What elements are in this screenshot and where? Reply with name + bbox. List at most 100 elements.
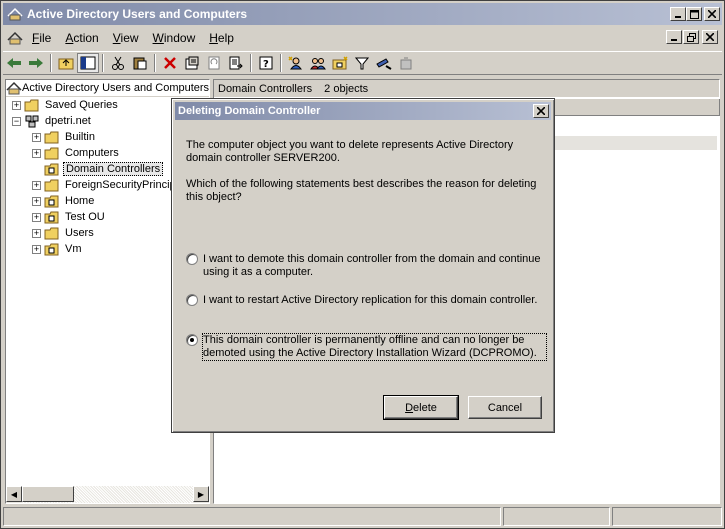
folder-icon (44, 146, 60, 160)
delete-icon[interactable] (159, 53, 181, 73)
new-user-icon[interactable] (285, 53, 307, 73)
status-cell (3, 507, 501, 526)
tree-item-domain-controllers[interactable]: Domain Controllers (32, 161, 164, 177)
toolbar-separator (154, 54, 156, 72)
dialog-close-button[interactable] (533, 104, 549, 118)
find-icon[interactable] (373, 53, 395, 73)
expand-icon[interactable]: + (32, 180, 41, 190)
radio-button-selected[interactable] (186, 334, 198, 346)
tree-item-computers[interactable]: + Computers (32, 145, 121, 161)
mmc-console-icon[interactable] (5, 29, 25, 47)
expand-icon[interactable]: + (32, 132, 41, 142)
object-count: 2 objects (324, 82, 369, 95)
back-arrow-icon[interactable] (3, 53, 25, 73)
mdi-minimize-button[interactable] (666, 30, 682, 44)
mdi-restore-button[interactable] (683, 30, 699, 44)
new-ou-icon[interactable] (329, 53, 351, 73)
toolbar-separator (50, 54, 52, 72)
filter-icon[interactable] (351, 53, 373, 73)
details-header: Domain Controllers 2 objects (214, 80, 719, 97)
tree-item-home[interactable]: + Home (32, 193, 96, 209)
tree-item-builtin[interactable]: + Builtin (32, 129, 97, 145)
export-list-icon[interactable] (225, 53, 247, 73)
option-restart-label: I want to restart Active Directory repli… (203, 294, 538, 306)
menu-action[interactable]: Action (58, 29, 105, 47)
column-header[interactable]: n (544, 99, 720, 116)
delete-button[interactable]: Delete (383, 395, 459, 420)
tree-item-saved-queries[interactable]: + Saved Queries (12, 97, 120, 113)
cut-icon[interactable] (107, 53, 129, 73)
menu-view[interactable]: View (106, 29, 146, 47)
expand-icon[interactable]: + (32, 196, 41, 206)
tree-item-test-ou[interactable]: + Test OU (32, 209, 107, 225)
folder-icon (44, 178, 60, 192)
maximize-button[interactable] (686, 7, 702, 21)
add-to-group-icon[interactable] (395, 53, 417, 73)
help-icon[interactable]: ? (255, 53, 277, 73)
option-demote-label: I want to demote this domain controller … (203, 253, 541, 278)
expand-icon[interactable]: + (32, 148, 41, 158)
expand-icon[interactable]: + (32, 212, 41, 222)
folder-icon (44, 130, 60, 144)
toolbar-separator (102, 54, 104, 72)
tree-root-label: Active Directory Users and Computers (22, 82, 209, 94)
tree-item-users[interactable]: + Users (32, 225, 96, 241)
ad-users-computers-icon (6, 80, 22, 96)
radio-button[interactable] (186, 253, 198, 265)
folder-icon (24, 98, 40, 112)
ou-folder-icon (44, 194, 60, 208)
radio-button[interactable] (186, 294, 198, 306)
ou-folder-icon (44, 210, 60, 224)
no-expander (32, 164, 41, 174)
status-cell (503, 507, 610, 526)
expand-icon[interactable]: + (12, 100, 21, 110)
refresh-icon[interactable] (203, 53, 225, 73)
dialog-title: Deleting Domain Controller (178, 105, 321, 117)
minimize-button[interactable] (670, 7, 686, 21)
main-window: Active Directory Users and Computers Fil… (0, 0, 725, 529)
ou-folder-icon (44, 242, 60, 256)
expand-icon[interactable]: + (32, 228, 41, 238)
scroll-track[interactable] (22, 486, 193, 503)
console-tree-root[interactable]: Active Directory Users and Computers (6, 80, 209, 97)
title-bar: Active Directory Users and Computers (3, 3, 722, 25)
delete-accel: D (405, 401, 414, 414)
radio-dot (190, 338, 194, 342)
forward-arrow-icon[interactable] (25, 53, 47, 73)
close-button[interactable] (704, 7, 720, 21)
new-group-icon[interactable] (307, 53, 329, 73)
paste-icon[interactable] (129, 53, 151, 73)
up-one-level-icon[interactable] (55, 53, 77, 73)
dialog-intro-text: The computer object you want to delete r… (186, 139, 514, 164)
tree-item-domain[interactable]: − dpetri.net (12, 113, 93, 129)
dialog-question-text: Which of the following statements best d… (186, 178, 537, 203)
status-bar (3, 507, 722, 526)
cancel-button[interactable]: Cancel (468, 396, 542, 419)
dialog-title-bar: Deleting Domain Controller (175, 102, 551, 120)
scroll-thumb[interactable] (22, 486, 74, 502)
tree-horizontal-scrollbar[interactable]: ◀ ▶ (6, 486, 209, 503)
expand-icon[interactable]: + (32, 244, 41, 254)
scroll-right-icon[interactable]: ▶ (193, 486, 209, 502)
menu-help[interactable]: Help (202, 29, 241, 47)
domain-icon (24, 114, 40, 128)
collapse-icon[interactable]: − (12, 116, 21, 126)
option-permanently-offline[interactable]: This domain controller is permanently of… (186, 333, 547, 361)
delete-label: elete (413, 401, 437, 414)
show-hide-tree-icon[interactable] (77, 53, 99, 73)
option-offline-label: This domain controller is permanently of… (202, 333, 547, 361)
mdi-close-button[interactable] (702, 30, 718, 44)
tree-item-vm[interactable]: + Vm (32, 241, 84, 257)
scroll-left-icon[interactable]: ◀ (6, 486, 22, 502)
delete-domain-controller-dialog: Deleting Domain Controller The computer … (171, 98, 555, 433)
option-demote[interactable]: I want to demote this domain controller … (186, 253, 546, 279)
menu-file[interactable]: File (25, 29, 58, 47)
ou-folder-icon (44, 162, 60, 176)
window-title: Active Directory Users and Computers (27, 7, 248, 21)
tree-item-foreign-security-principals[interactable]: + ForeignSecurityPrincip (32, 177, 178, 193)
properties-icon[interactable] (181, 53, 203, 73)
option-restart-replication[interactable]: I want to restart Active Directory repli… (186, 294, 546, 307)
menu-window[interactable]: Window (146, 29, 203, 47)
toolbar-separator (250, 54, 252, 72)
folder-icon (44, 226, 60, 240)
